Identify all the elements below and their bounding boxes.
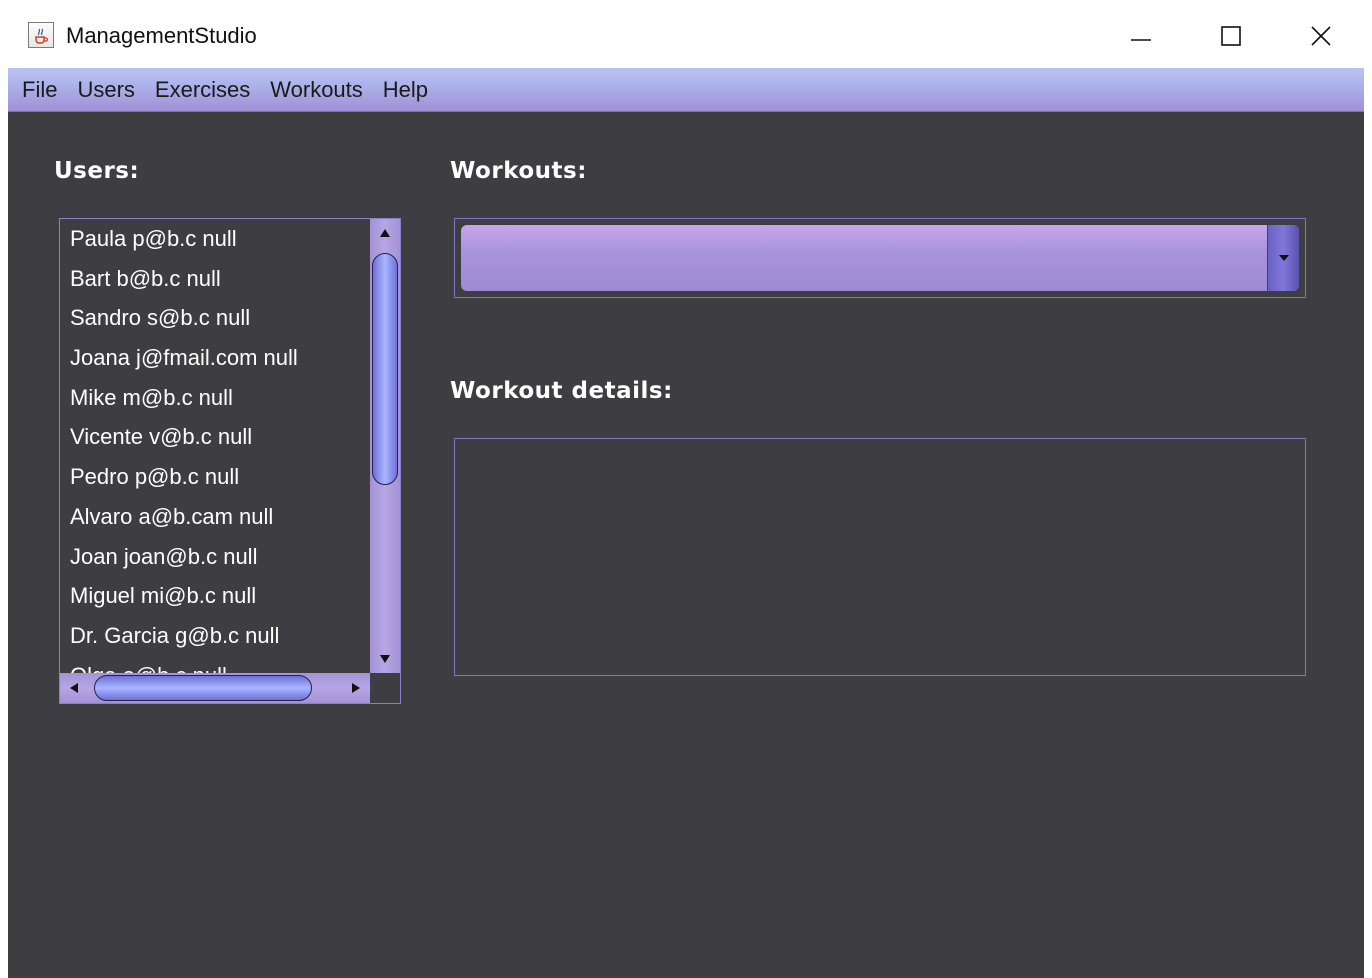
horizontal-scroll-thumb[interactable] — [94, 675, 312, 701]
maximize-button[interactable] — [1211, 18, 1251, 54]
workout-details-area[interactable] — [454, 438, 1306, 676]
list-item[interactable]: Bart b@b.c null — [60, 259, 370, 299]
menu-workouts[interactable]: Workouts — [270, 68, 363, 112]
menu-users[interactable]: Users — [77, 68, 134, 112]
list-item[interactable]: Pedro p@b.c null — [60, 457, 370, 497]
workouts-dropdown[interactable] — [461, 225, 1299, 291]
list-item[interactable]: Sandro s@b.c null — [60, 298, 370, 338]
arrow-up-icon — [380, 229, 390, 237]
users-list[interactable]: Paula p@b.c null Bart b@b.c null Sandro … — [59, 218, 401, 704]
title-bar[interactable]: ManagementStudio — [8, 0, 1364, 68]
scroll-right-button[interactable] — [342, 673, 370, 703]
scroll-corner — [370, 673, 400, 703]
vertical-scroll-thumb[interactable] — [372, 253, 398, 485]
list-item[interactable]: Joana j@fmail.com null — [60, 338, 370, 378]
chevron-down-icon — [1278, 255, 1289, 261]
users-horizontal-scrollbar[interactable] — [60, 673, 370, 703]
close-button[interactable] — [1301, 18, 1341, 54]
java-cup-icon — [28, 22, 54, 48]
arrow-left-icon — [70, 683, 78, 693]
maximize-icon — [1221, 26, 1241, 46]
list-item[interactable]: Paula p@b.c null — [60, 219, 370, 259]
list-item[interactable]: Vicente v@b.c null — [60, 417, 370, 457]
menu-bar: File Users Exercises Workouts Help — [8, 68, 1364, 112]
list-item[interactable]: Miguel mi@b.c null — [60, 576, 370, 616]
arrow-down-icon — [380, 655, 390, 663]
workouts-combo-frame — [454, 218, 1306, 298]
users-vertical-scrollbar[interactable] — [370, 219, 400, 673]
arrow-right-icon — [352, 683, 360, 693]
minimize-icon — [1131, 39, 1151, 41]
dropdown-arrow-button[interactable] — [1267, 225, 1299, 291]
list-item[interactable]: Joan joan@b.c null — [60, 537, 370, 577]
list-item[interactable]: Dr. Garcia g@b.c null — [60, 616, 370, 656]
menu-help[interactable]: Help — [383, 68, 428, 112]
scroll-left-button[interactable] — [60, 673, 88, 703]
workouts-label: Workouts: — [450, 158, 587, 184]
users-label: Users: — [54, 158, 140, 184]
list-item[interactable]: Olga o@b.c null — [60, 656, 370, 673]
scroll-down-button[interactable] — [370, 645, 400, 673]
close-icon — [1311, 26, 1331, 46]
window-title: ManagementStudio — [66, 23, 257, 48]
list-item[interactable]: Alvaro a@b.cam null — [60, 497, 370, 537]
users-list-viewport[interactable]: Paula p@b.c null Bart b@b.c null Sandro … — [60, 219, 370, 673]
list-item[interactable]: Mike m@b.c null — [60, 378, 370, 418]
menu-file[interactable]: File — [22, 68, 57, 112]
scroll-up-button[interactable] — [370, 219, 400, 247]
workout-details-label: Workout details: — [450, 378, 673, 404]
app-window: ManagementStudio File Users Exercises Wo… — [0, 0, 1372, 978]
menu-exercises[interactable]: Exercises — [155, 68, 250, 112]
minimize-button[interactable] — [1121, 18, 1161, 54]
main-panel: Users: Workouts: Workout details: Paula … — [8, 112, 1364, 978]
